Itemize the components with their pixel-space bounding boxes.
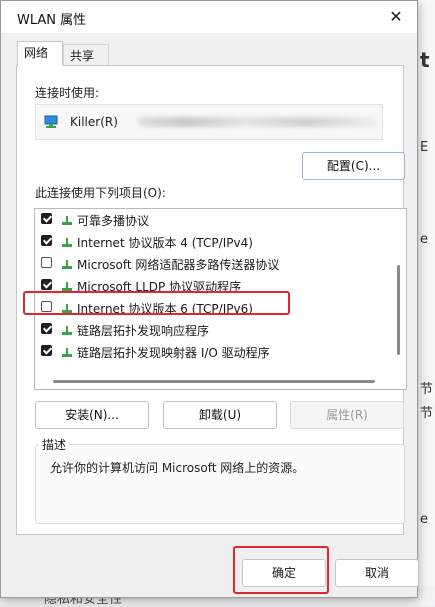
description-group: 允许你的计算机访问 Microsoft 网络上的资源。 [35,444,405,524]
components-list[interactable]: 可靠多播协议 Internet 协议版本 4 (TCP/IPv4) Micros… [34,208,407,390]
install-button[interactable]: 安装(N)... [35,401,149,429]
list-item-label: Internet 协议版本 6 (TCP/IPv6) [77,302,253,316]
tab-network[interactable]: 网络 [17,41,63,66]
protocol-icon [62,238,72,247]
protocol-icon [62,260,72,269]
checkbox[interactable] [41,279,52,290]
bg-char: e [420,512,428,527]
list-item-label: 链路层拓扑发现映射器 I/O 驱动程序 [77,346,270,360]
list-item[interactable]: Microsoft LLDP 协议驱动程序 [35,275,393,297]
description-text: 允许你的计算机访问 Microsoft 网络上的资源。 [50,461,305,475]
title-bar: WLAN 属性 ✕ [1,1,417,33]
protocol-icon [62,348,72,357]
protocol-icon [62,282,72,291]
checkbox-ipv6[interactable] [41,301,52,312]
items-label: 此连接使用下列项目(O): [35,186,166,200]
redacted-adapter-details [138,117,378,127]
cancel-button[interactable]: 取消 [335,559,419,587]
list-item-label: 可靠多播协议 [77,214,150,228]
checkbox[interactable] [41,323,52,334]
list-item-ipv6[interactable]: Internet 协议版本 6 (TCP/IPv6) [35,297,393,319]
adapter-display: Killer(R) [35,104,383,140]
network-tab-panel: 连接时使用: Killer(R) 配置(C)... 此连接使用下列项目(O): … [16,65,407,535]
adapter-name: Killer(R) [70,115,118,129]
checkbox[interactable] [41,235,52,246]
connect-using-label: 连接时使用: [35,86,100,100]
list-item-label: 链路层拓扑发现响应程序 [77,324,210,338]
checkbox[interactable] [41,257,52,268]
network-adapter-icon [44,115,58,128]
checkbox[interactable] [41,213,52,224]
list-item-label: Microsoft 网络适配器多路传送器协议 [77,258,280,272]
bg-char: e [420,232,428,247]
list-item[interactable]: 可靠多播协议 [35,209,393,231]
ok-button[interactable]: 确定 [242,559,326,587]
list-item[interactable]: Internet 协议版本 4 (TCP/IPv4) [35,231,393,253]
background-app-edge: t E e 节 节 e [418,0,435,605]
bg-char: 节 [420,406,434,421]
bg-char: 节 [420,382,434,397]
horizontal-scrollbar[interactable] [53,380,375,383]
vertical-scrollbar[interactable] [397,265,400,355]
list-item-label: Microsoft LLDP 协议驱动程序 [77,280,242,294]
list-item-label: Internet 协议版本 4 (TCP/IPv4) [77,236,253,250]
description-title: 描述 [39,436,70,453]
protocol-icon [62,304,72,313]
wlan-properties-dialog: WLAN 属性 ✕ 网络 共享 连接时使用: Killer(R) 配置(C)..… [0,0,419,598]
dialog-title: WLAN 属性 [17,13,87,28]
close-icon: ✕ [389,7,403,26]
uninstall-button[interactable]: 卸载(U) [163,401,277,429]
list-item[interactable]: 链路层拓扑发现响应程序 [35,319,393,341]
bg-char: E [420,140,429,155]
bg-char: t [420,48,430,72]
list-item[interactable]: Microsoft 网络适配器多路传送器协议 [35,253,393,275]
checkbox[interactable] [41,345,52,356]
tab-sharing[interactable]: 共享 [63,44,109,66]
close-button[interactable]: ✕ [383,5,409,29]
protocol-icon [62,216,72,225]
protocol-icon [62,326,72,335]
list-item[interactable]: 链路层拓扑发现映射器 I/O 驱动程序 [35,341,393,363]
properties-button[interactable]: 属性(R) [290,401,404,429]
configure-button[interactable]: 配置(C)... [302,152,405,180]
